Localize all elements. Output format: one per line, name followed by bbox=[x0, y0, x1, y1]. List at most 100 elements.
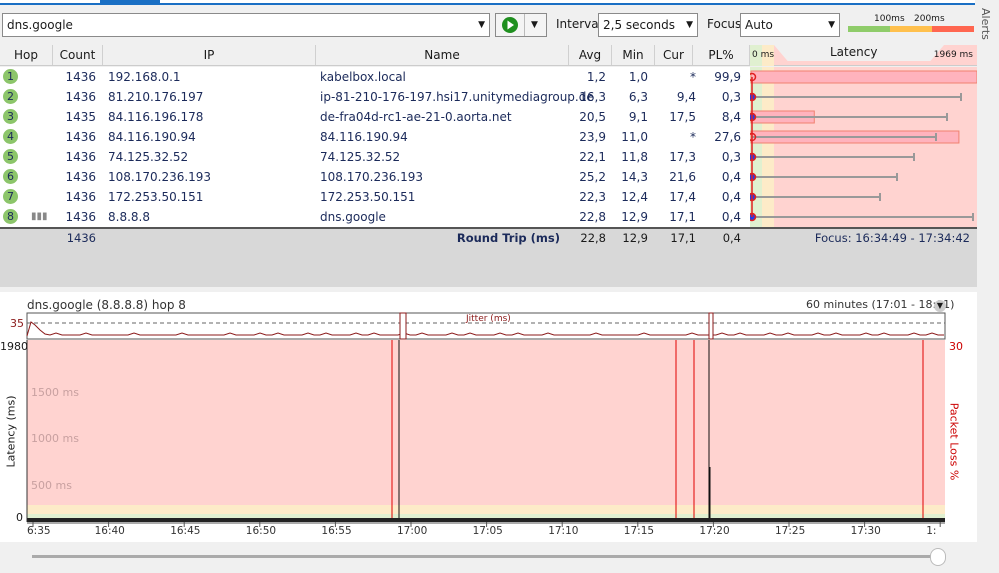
x-tick-label: 17:05 bbox=[472, 525, 503, 537]
focus-select[interactable]: Auto ▼ bbox=[740, 13, 840, 37]
hop-ip: 74.125.32.52 bbox=[108, 150, 189, 164]
target-value: dns.google bbox=[7, 18, 73, 32]
x-tick-label: 17:30 bbox=[850, 525, 881, 537]
summary-count: 1436 bbox=[66, 231, 96, 245]
y-axis-label: Latency (ms) bbox=[4, 395, 18, 468]
y2-axis-label: Packet Loss % bbox=[947, 402, 961, 481]
dropdown-arrow-icon[interactable]: ▼ bbox=[478, 20, 485, 30]
hop-count: 1436 bbox=[65, 130, 96, 144]
hop-cur: 21,6 bbox=[669, 170, 696, 184]
hop-min: 12,4 bbox=[621, 190, 648, 204]
summary-row: 1436 Round Trip (ms) 22,8 12,9 17,1 0,4 … bbox=[0, 227, 977, 287]
scale-200-label: 200ms bbox=[914, 14, 945, 24]
hop-row[interactable]: 7 1436 172.253.50.151 172.253.50.151 22,3… bbox=[0, 187, 750, 207]
hop-number: 8 bbox=[3, 209, 18, 224]
col-hop[interactable]: Hop bbox=[0, 45, 53, 65]
hop-name: 74.125.32.52 bbox=[320, 150, 401, 164]
hop-cur: 17,1 bbox=[669, 210, 696, 224]
target-input[interactable]: dns.google ▼ bbox=[2, 13, 490, 37]
hop-row[interactable]: 6 1436 108.170.236.193 108.170.236.193 25… bbox=[0, 167, 750, 187]
hop-min: 12,9 bbox=[621, 210, 648, 224]
hop-min: 1,0 bbox=[628, 70, 648, 84]
hop-pl: 0,4 bbox=[721, 210, 741, 224]
hop-name: kabelbox.local bbox=[320, 70, 406, 84]
hop-ip: 84.116.196.178 bbox=[108, 110, 204, 124]
start-button[interactable]: ▼ bbox=[495, 13, 547, 37]
hop-name: dns.google bbox=[320, 210, 386, 224]
y-max-label: 1980 bbox=[0, 340, 28, 353]
summary-pl: 0,4 bbox=[722, 231, 741, 245]
hop-row[interactable]: 1 1436 192.168.0.1 kabelbox.local 1,2 1,0… bbox=[0, 67, 750, 87]
start-options-arrow-icon[interactable]: ▼ bbox=[524, 14, 538, 36]
table-header: Hop Count IP Name Avg Min Cur PL% 0 ms L… bbox=[0, 45, 977, 66]
hop-name: de-fra04d-rc1-ae-21-0.aorta.net bbox=[320, 110, 512, 124]
jitter-label: Jitter (ms) bbox=[466, 314, 511, 324]
hop-number: 5 bbox=[3, 149, 18, 164]
x-tick-label: 17:10 bbox=[548, 525, 579, 537]
hop-cur: 17,5 bbox=[669, 110, 696, 124]
summary-avg: 22,8 bbox=[580, 231, 606, 245]
hop-row[interactable]: 3 1435 84.116.196.178 de-fra04d-rc1-ae-21… bbox=[0, 107, 750, 127]
hop-avg: 22,1 bbox=[579, 150, 606, 164]
play-icon bbox=[502, 17, 518, 33]
hop-min: 11,8 bbox=[621, 150, 648, 164]
hop-name: 172.253.50.151 bbox=[320, 190, 416, 204]
hop-name: 108.170.236.193 bbox=[320, 170, 424, 184]
hop-count: 1436 bbox=[65, 150, 96, 164]
summary-label: Round Trip (ms) bbox=[456, 231, 560, 245]
col-avg[interactable]: Avg bbox=[569, 45, 612, 65]
time-slider-track[interactable] bbox=[32, 555, 942, 558]
hop-count: 1436 bbox=[65, 70, 96, 84]
y2-max-label: 30 bbox=[949, 340, 963, 353]
hop-pl: 8,4 bbox=[721, 110, 741, 124]
focus-range: Focus: 16:34:49 - 17:34:42 bbox=[814, 231, 970, 245]
hop-row[interactable]: 2 1436 81.210.176.197 ip-81-210-176-197.h… bbox=[0, 87, 750, 107]
x-tick-label: 16:50 bbox=[245, 525, 277, 537]
col-min[interactable]: Min bbox=[612, 45, 655, 65]
alerts-tab[interactable]: Alerts bbox=[979, 8, 992, 40]
chevron-down-icon: ▼ bbox=[686, 20, 693, 30]
hop-number: 3 bbox=[3, 109, 18, 124]
hop-row[interactable]: 8 ▮▮▮ 1436 8.8.8.8 dns.google 22,8 12,9 17… bbox=[0, 207, 750, 227]
time-slider-thumb[interactable] bbox=[930, 548, 946, 566]
col-ip[interactable]: IP bbox=[103, 45, 316, 65]
packet-loss-bar bbox=[750, 70, 978, 84]
hop-ip: 81.210.176.197 bbox=[108, 90, 204, 104]
hop-pl: 0,3 bbox=[721, 90, 741, 104]
hop-pl: 99,9 bbox=[714, 70, 741, 84]
y-zero-label: 0 bbox=[16, 511, 23, 524]
hop-number: 4 bbox=[3, 129, 18, 144]
hop-row[interactable]: 4 1436 84.116.190.94 84.116.190.94 23,9 1… bbox=[0, 127, 750, 147]
col-name[interactable]: Name bbox=[316, 45, 569, 65]
interval-label: Interval bbox=[556, 17, 602, 31]
hop-number: 6 bbox=[3, 169, 18, 184]
col-pl[interactable]: PL% bbox=[693, 45, 750, 65]
chevron-down-icon: ▼ bbox=[828, 20, 835, 30]
hop-avg: 25,2 bbox=[579, 170, 606, 184]
hop-row[interactable]: 5 1436 74.125.32.52 74.125.32.52 22,1 11,… bbox=[0, 147, 750, 167]
timeline-graph bbox=[26, 312, 946, 527]
x-tick-label: 17:20 bbox=[699, 525, 730, 537]
hop-avg: 22,8 bbox=[579, 210, 606, 224]
hop-ip: 8.8.8.8 bbox=[108, 210, 150, 224]
hop-number: 7 bbox=[3, 189, 18, 204]
interval-select[interactable]: 2,5 seconds ▼ bbox=[598, 13, 698, 37]
col-latency[interactable]: 0 ms Latency 1969 ms bbox=[750, 45, 977, 66]
col-cur[interactable]: Cur bbox=[655, 45, 693, 65]
active-tab[interactable] bbox=[100, 0, 160, 4]
latency-graph bbox=[747, 67, 978, 227]
hop-name: ip-81-210-176-197.hsi17.unitymediagroup.… bbox=[320, 90, 594, 104]
hop-cur: 9,4 bbox=[676, 90, 696, 104]
hop-number: 2 bbox=[3, 89, 18, 104]
y-1500-label: 1500 ms bbox=[31, 386, 79, 399]
graph-icon[interactable]: ▮▮▮ bbox=[31, 211, 48, 222]
y-500-label: 500 ms bbox=[31, 479, 72, 492]
hop-ip: 192.168.0.1 bbox=[108, 70, 181, 84]
x-tick-label: 17:00 bbox=[397, 525, 428, 537]
hop-count: 1436 bbox=[65, 190, 96, 204]
y-1000-label: 1000 ms bbox=[31, 432, 79, 445]
focus-value: Auto bbox=[745, 18, 773, 32]
hop-count: 1436 bbox=[65, 210, 96, 224]
col-count[interactable]: Count bbox=[53, 45, 103, 65]
hop-pl: 0,4 bbox=[721, 190, 741, 204]
